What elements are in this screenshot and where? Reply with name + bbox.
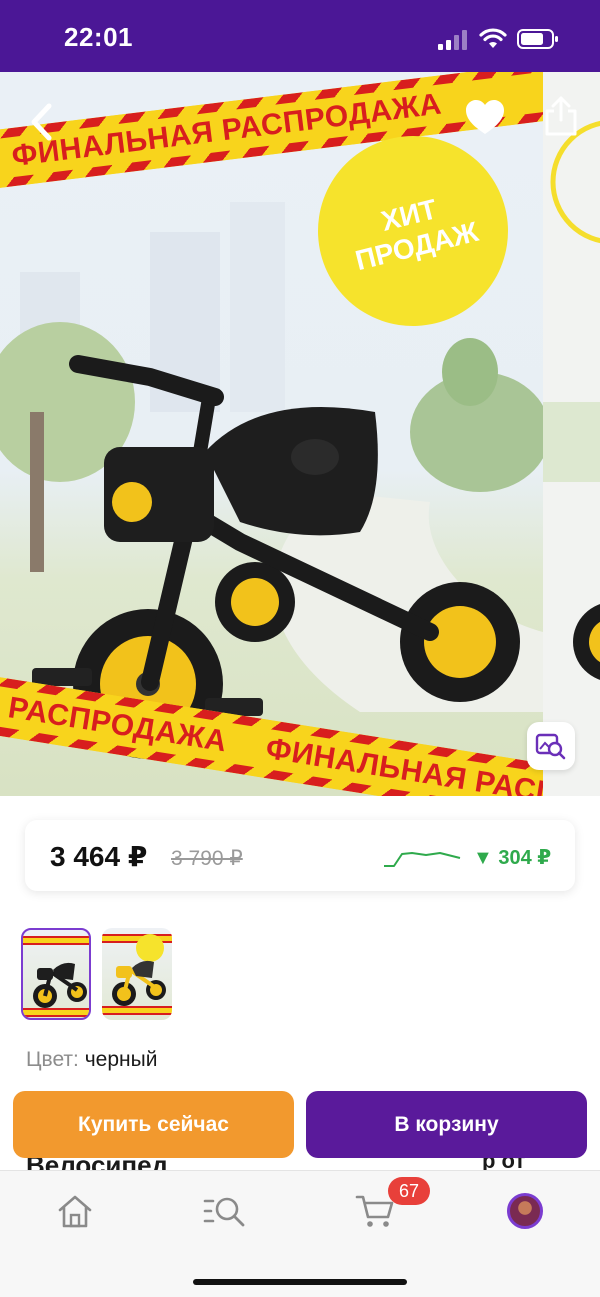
visual-search-icon (535, 733, 566, 760)
thumbnail-black[interactable] (21, 928, 91, 1020)
price-history-chart-icon (384, 852, 461, 867)
status-time: 22:01 (64, 22, 133, 52)
price-card[interactable]: 3 464 ₽ 3 790 ₽ ▼ 304 ₽ (25, 820, 575, 891)
product-image: ФИНАЛЬНАЯ РАСПРОДАЖА РАСПРОДАЖА ФИНАЛЬНА… (0, 72, 543, 796)
status-bar: 22:01 (0, 0, 600, 72)
color-label: Цвет: (26, 1048, 79, 1071)
share-icon[interactable] (544, 96, 578, 136)
thumbnail-tape (23, 1008, 89, 1017)
thumbnail-tape (102, 1006, 172, 1015)
thumbnail-yellow[interactable] (102, 928, 172, 1020)
home-icon (58, 1195, 92, 1228)
current-price: 3 464 ₽ (50, 841, 148, 872)
bestseller-badge-text: ХИТ ПРОДАЖ (352, 193, 482, 277)
heart-icon[interactable] (466, 100, 504, 136)
price-drop: ▼ 304 ₽ (473, 847, 552, 869)
tab-home[interactable] (50, 1189, 100, 1233)
next-image-peek (543, 120, 600, 680)
add-to-cart-button[interactable]: В корзину (306, 1091, 587, 1158)
cart-icon (355, 1195, 394, 1227)
product-image-carousel[interactable]: ФИНАЛЬНАЯ РАСПРОДАЖА РАСПРОДАЖА ФИНАЛЬНА… (0, 72, 600, 796)
thumbnail-black-image (33, 962, 87, 1008)
next-product-image[interactable] (543, 72, 600, 796)
battery-icon (517, 29, 558, 49)
catalog-search-icon (203, 1197, 245, 1227)
tab-catalog[interactable] (200, 1189, 250, 1233)
home-indicator (193, 1279, 407, 1285)
tab-profile[interactable] (500, 1189, 550, 1233)
profile-avatar (507, 1193, 543, 1229)
color-value: черный (84, 1048, 158, 1071)
wifi-icon (479, 28, 507, 48)
color-row: Цвет: черный (26, 1048, 157, 1072)
cart-count-badge: 67 (388, 1177, 430, 1205)
visual-search-button[interactable] (527, 722, 575, 770)
tab-bar: 67 (0, 1170, 600, 1297)
back-chevron-icon[interactable] (22, 100, 62, 144)
cellular-signal-icon (438, 30, 467, 50)
buy-now-button[interactable]: Купить сейчас (13, 1091, 294, 1158)
old-price: 3 790 ₽ (171, 847, 243, 870)
